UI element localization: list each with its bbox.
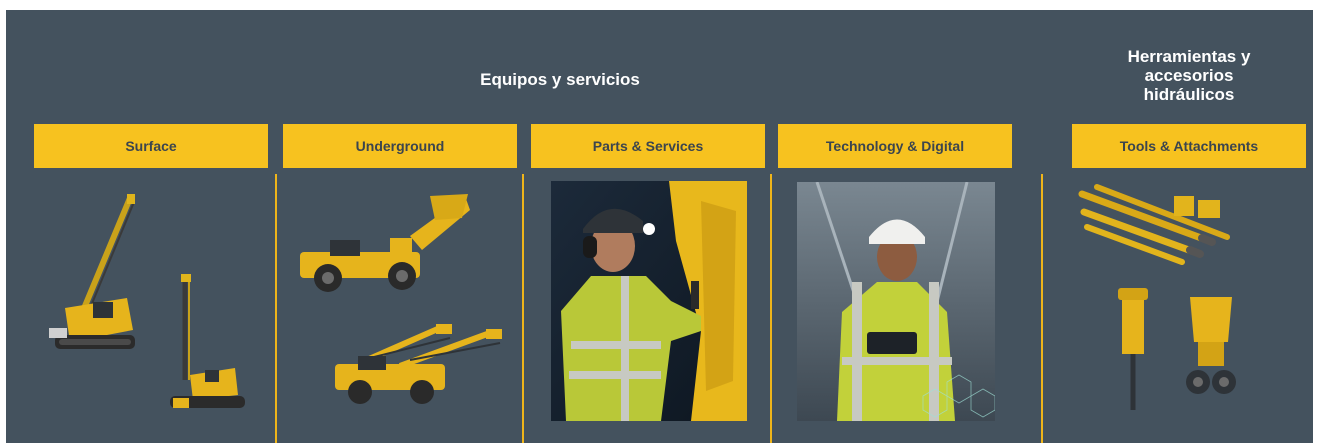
technology-digital-worker-tablet-photo[interactable] [797,182,995,421]
worker-tablet-photo-graphic [797,182,995,421]
column-divider [275,174,277,443]
underground-button-label: Underground [355,138,445,154]
tools-attachments-graphic [1078,184,1236,410]
tools-attachments-button[interactable]: Tools & Attachments [1072,124,1306,168]
column-divider [522,174,524,443]
parts-services-button[interactable]: Parts & Services [531,124,765,168]
surface-drill-rigs-graphic [49,194,245,408]
hydraulic-tools-heading-line2: accesorios [1144,66,1234,85]
hydraulic-tools-heading-line1: Herramientas y [1127,47,1251,66]
technology-digital-button[interactable]: Technology & Digital [778,124,1012,168]
underground-button[interactable]: Underground [283,124,517,168]
underground-loader-and-drill-image[interactable] [290,188,510,413]
surface-button[interactable]: Surface [34,124,268,168]
column-divider [770,174,772,443]
tools-attachments-image[interactable] [1072,182,1237,417]
column-divider [1041,174,1043,443]
tools-attachments-button-label: Tools & Attachments [1119,138,1259,154]
surface-drill-rigs-image[interactable] [45,190,255,420]
surface-button-label: Surface [125,138,177,154]
technician-photo-graphic [551,181,747,421]
parts-services-button-label: Parts & Services [592,138,704,154]
technology-digital-button-label: Technology & Digital [825,138,965,154]
parts-services-technician-photo[interactable] [551,181,747,421]
equipment-services-heading: Equipos y servicios [480,70,640,89]
underground-machines-graphic [300,194,502,404]
hydraulic-tools-heading-line3: hidráulicos [1143,85,1235,104]
hydraulic-tools-heading: Herramientas y accesorios hidráulicos [1078,47,1300,104]
